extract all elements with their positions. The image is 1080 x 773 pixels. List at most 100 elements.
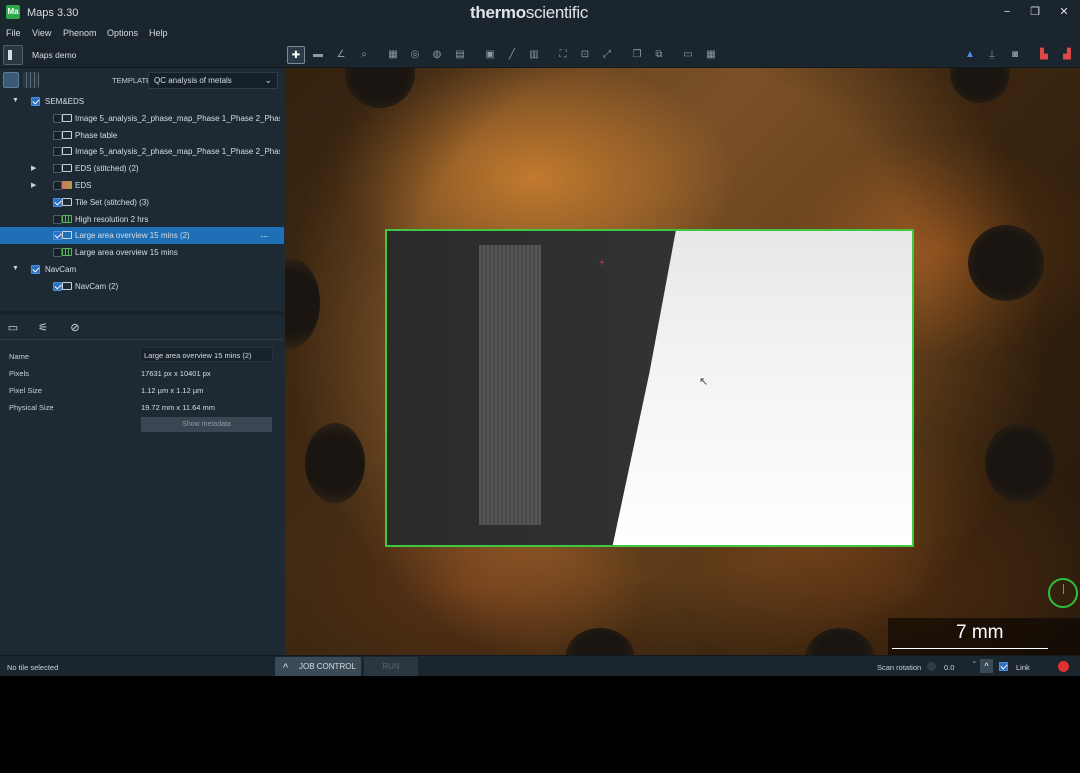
chevron-right-icon[interactable]: ▶: [31, 181, 36, 189]
tab-settings-sliders-icon[interactable]: ⚟: [35, 320, 51, 336]
tree-item-label: Phase table: [75, 130, 118, 140]
template-label: TEMPLATE: [112, 76, 152, 85]
tree-item[interactable]: ▼ SEM&EDS: [0, 93, 284, 110]
copy-tool-icon[interactable]: ⧉: [650, 46, 668, 64]
close-button[interactable]: ✕: [1054, 4, 1074, 20]
menu-file[interactable]: File: [6, 28, 21, 38]
tree-item[interactable]: NavCam (2): [0, 278, 284, 295]
tree-item-label: EDS: [75, 181, 92, 190]
multi-target-tool-icon[interactable]: ◍: [428, 46, 446, 64]
tree-item[interactable]: Image 5_analysis_2_phase_map_Phase 1_Pha…: [0, 110, 284, 127]
camera-tool-icon[interactable]: ◙: [1006, 46, 1024, 64]
brand-light-text: scientific: [525, 3, 589, 22]
panel-toggle-button[interactable]: [3, 45, 23, 65]
chevron-down-icon[interactable]: ▼: [12, 265, 19, 272]
restore-button[interactable]: ❐: [1025, 4, 1045, 20]
tree-item-checkbox[interactable]: [53, 147, 62, 157]
minimize-button[interactable]: −: [997, 4, 1017, 20]
fit-tool-icon[interactable]: ⛶: [554, 46, 572, 64]
stage-compass-icon[interactable]: [1048, 578, 1078, 608]
tab-image-properties-icon[interactable]: ▭: [5, 320, 21, 336]
tree-item-checkbox[interactable]: [31, 265, 40, 274]
link-checkbox[interactable]: [999, 662, 1008, 671]
pixels-label: Pixels: [9, 369, 30, 378]
project-header: Maps demo: [0, 42, 284, 68]
tree-item-checkbox[interactable]: [53, 214, 62, 224]
sample-holder-hole: [305, 423, 365, 503]
layer-tree: ▼ SEM&EDS Image 5_analysis_2_phase_map_Pha…: [0, 93, 284, 303]
table-tool-icon[interactable]: ▦: [702, 46, 720, 64]
export-pdf-icon[interactable]: ▙: [1035, 46, 1053, 64]
menu-bar: File View Phenom Options Help: [0, 26, 1080, 42]
menu-help[interactable]: Help: [149, 28, 168, 38]
tree-item[interactable]: High resolution 2 hrs: [0, 211, 284, 228]
eds-map-icon: [62, 181, 72, 189]
pan-tool-icon[interactable]: ✚: [287, 46, 305, 64]
snapshot-tool-icon[interactable]: ▣: [481, 46, 499, 64]
crosshair-marker-icon: +: [599, 258, 605, 269]
physical-size-label: Physical Size: [9, 403, 54, 412]
sem-sample-strip: [479, 245, 541, 525]
chevron-down-icon[interactable]: ▼: [12, 97, 19, 104]
tree-item-checkbox[interactable]: [53, 281, 62, 291]
tree-item-label: Image 5_analysis_2_phase_map_Phase 1_Pha…: [75, 147, 280, 157]
menu-view[interactable]: View: [32, 28, 51, 38]
tile-set-tool-icon[interactable]: ▤: [451, 46, 469, 64]
tree-item-checkbox[interactable]: [31, 97, 40, 106]
tree-item[interactable]: Phase table: [0, 127, 284, 144]
tab-navigation-compass-icon[interactable]: ⊘: [67, 320, 83, 336]
status-bar: No tile selected JOB CONTROL RUN Scan ro…: [0, 655, 1080, 676]
document-tool-icon[interactable]: ▥: [525, 46, 543, 64]
tree-item-checkbox[interactable]: [53, 113, 62, 123]
measure-line-tool-icon[interactable]: ▬: [309, 46, 327, 64]
layers-view-icon[interactable]: [3, 72, 19, 88]
link-label: Link: [1016, 663, 1030, 672]
tree-item[interactable]: Image 5_analysis_2_phase_map_Phase 1_Pha…: [0, 143, 284, 160]
stage-tool-icon[interactable]: ⍊: [983, 46, 1001, 64]
chevron-up-icon[interactable]: ^: [980, 659, 993, 673]
scan-rotation-value[interactable]: 0.0: [944, 663, 954, 672]
tile-grid-icon: [62, 214, 72, 223]
large-area-overview-image[interactable]: + ↖: [385, 229, 914, 547]
run-button[interactable]: RUN: [364, 657, 418, 676]
tree-item[interactable]: ▶ EDS: [0, 177, 284, 194]
report-icon[interactable]: ▟: [1058, 46, 1076, 64]
image-tool-icon[interactable]: ▭: [679, 46, 697, 64]
image-viewport[interactable]: + ↖ 7 mm: [285, 68, 1080, 655]
tree-item[interactable]: ▼ NavCam: [0, 261, 284, 278]
grid-view-icon[interactable]: [23, 72, 39, 88]
template-dropdown[interactable]: QC analysis of metals ⌄: [148, 72, 278, 89]
tree-item[interactable]: Large area overview 15 mins: [0, 244, 284, 261]
name-field[interactable]: Large area overview 15 mins (2): [140, 347, 273, 362]
draw-tool-icon[interactable]: ╱: [503, 46, 521, 64]
tree-item[interactable]: Large area overview 15 mins (2)...: [0, 227, 284, 245]
physical-size-value: 19.72 mm x 11.64 mm: [141, 403, 216, 412]
tree-item-checkbox[interactable]: [53, 231, 62, 241]
alignment-tool-icon[interactable]: ▲: [961, 46, 979, 64]
job-control-button[interactable]: JOB CONTROL: [275, 657, 361, 676]
tree-item-checkbox[interactable]: [53, 248, 62, 258]
fit-selection-tool-icon[interactable]: ⊡: [576, 46, 594, 64]
tree-item-checkbox[interactable]: [53, 181, 62, 190]
tree-item-checkbox[interactable]: [53, 164, 62, 174]
tree-item-checkbox[interactable]: [53, 197, 62, 207]
panel-splitter[interactable]: [0, 311, 284, 315]
tree-item-checkbox[interactable]: [53, 130, 62, 140]
tree-item[interactable]: Tile Set (stitched) (3): [0, 194, 284, 211]
menu-phenom[interactable]: Phenom: [63, 28, 97, 38]
menu-options[interactable]: Options: [107, 28, 138, 38]
target-tool-icon[interactable]: ◎: [406, 46, 424, 64]
more-options-icon[interactable]: ...: [260, 229, 268, 239]
record-status-icon[interactable]: [1058, 661, 1069, 672]
brand-logo: thermoscientific: [470, 3, 588, 23]
scan-rotation-dial-icon[interactable]: [927, 662, 936, 671]
grid-tool-icon[interactable]: ▦: [384, 46, 402, 64]
expand-tool-icon[interactable]: ⤢: [598, 46, 616, 64]
layers-tool-icon[interactable]: ❐: [628, 46, 646, 64]
zoom-tool-icon[interactable]: ⌕: [355, 46, 373, 64]
show-metadata-button[interactable]: Show metadata: [141, 417, 272, 432]
angle-tool-icon[interactable]: ∠: [332, 46, 350, 64]
pixel-size-value: 1.12 µm x 1.12 µm: [141, 386, 204, 395]
tree-item[interactable]: ▶ EDS (stitched) (2): [0, 160, 284, 177]
chevron-right-icon[interactable]: ▶: [31, 164, 36, 172]
